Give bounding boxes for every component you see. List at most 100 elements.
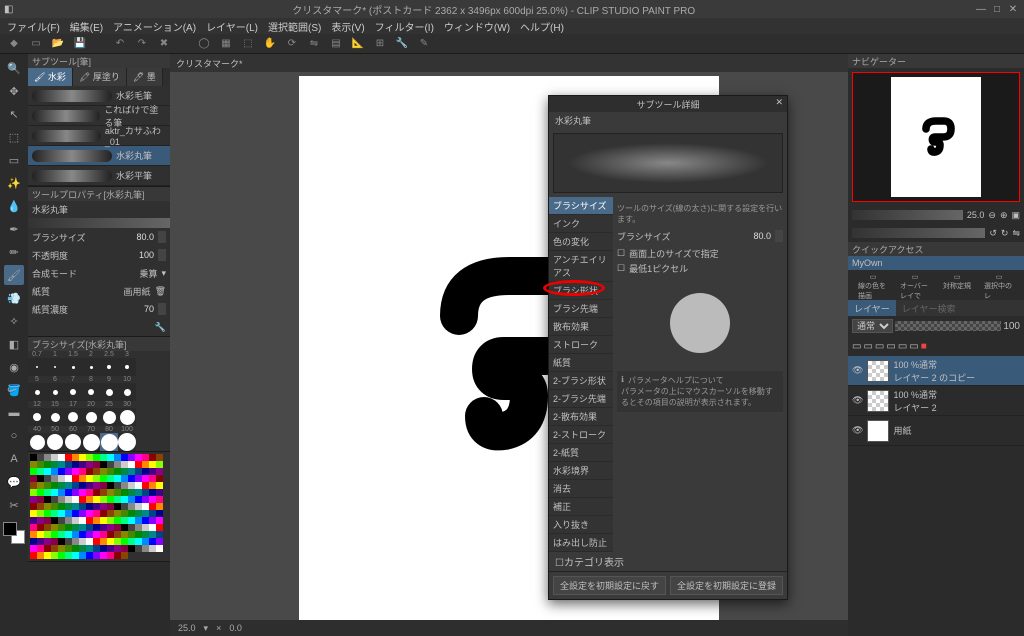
text-tool[interactable]: A — [4, 449, 24, 469]
layer-row[interactable]: 👁用紙 — [848, 416, 1024, 446]
color-swatch[interactable] — [72, 461, 79, 468]
color-swatch[interactable] — [58, 524, 65, 531]
color-swatch[interactable] — [44, 489, 51, 496]
opacity-spinner[interactable] — [158, 249, 166, 261]
brush-row[interactable]: 水彩平筆 — [28, 166, 170, 186]
color-swatch[interactable] — [93, 538, 100, 545]
flip-h-icon[interactable]: ⇋ — [1012, 228, 1020, 239]
color-swatch[interactable] — [37, 503, 44, 510]
color-swatch[interactable] — [58, 517, 65, 524]
color-swatch[interactable] — [135, 482, 142, 489]
color-swatch[interactable] — [72, 496, 79, 503]
color-swatch[interactable] — [30, 510, 37, 517]
color-swatch[interactable] — [37, 552, 44, 559]
color-swatch[interactable] — [142, 475, 149, 482]
color-swatch[interactable] — [149, 496, 156, 503]
marquee-tool[interactable]: ▭ — [4, 150, 24, 170]
popup-titlebar[interactable]: サブツール詳細 ✕ — [549, 96, 787, 112]
layer-opacity[interactable]: 100 — [1003, 321, 1020, 332]
popup-category[interactable]: 2-ブラシ先端 — [549, 390, 613, 408]
color-swatch[interactable] — [44, 545, 51, 552]
color-swatch[interactable] — [100, 531, 107, 538]
size-cell[interactable] — [82, 433, 100, 451]
popup-category[interactable]: 水彩境界 — [549, 462, 613, 480]
color-swatch[interactable] — [149, 489, 156, 496]
popup-category[interactable]: インク — [549, 215, 613, 233]
color-swatch[interactable] — [121, 461, 128, 468]
color-swatch[interactable] — [79, 545, 86, 552]
airbrush-tool[interactable]: 💨 — [4, 288, 24, 308]
color-swatch[interactable] — [30, 552, 37, 559]
color-palette[interactable] — [28, 452, 168, 561]
rotate-left-icon[interactable]: ↺ — [989, 228, 997, 239]
popup-category[interactable]: 紙質 — [549, 354, 613, 372]
color-swatch[interactable] — [100, 482, 107, 489]
color-swatch[interactable] — [37, 475, 44, 482]
hand-icon[interactable]: ✋ — [262, 36, 278, 52]
color-swatch[interactable] — [58, 489, 65, 496]
color-swatch[interactable] — [128, 545, 135, 552]
color-swatch[interactable] — [128, 454, 135, 461]
qa-item[interactable]: ▭対称定規 — [942, 273, 972, 297]
size-cell[interactable] — [64, 358, 82, 376]
popup-category[interactable]: 色の変化 — [549, 233, 613, 251]
color-swatch[interactable] — [58, 482, 65, 489]
color-swatch[interactable] — [79, 510, 86, 517]
color-swatch[interactable] — [156, 475, 163, 482]
popup-category[interactable]: 2-散布効果 — [549, 408, 613, 426]
flip-icon[interactable]: ⇋ — [306, 36, 322, 52]
fill-tool[interactable]: 🪣 — [4, 380, 24, 400]
zoom-tool[interactable]: 🔍 — [4, 58, 24, 78]
open-icon[interactable]: 📂 — [50, 36, 66, 52]
color-swatch[interactable] — [107, 503, 114, 510]
delete-texture-icon[interactable]: 🗑 — [155, 286, 166, 297]
lock-icon[interactable]: ▭ — [852, 341, 861, 352]
texdens-value[interactable]: 70 — [122, 304, 154, 314]
move-tool[interactable]: ✥ — [4, 81, 24, 101]
popup-close-icon[interactable]: ✕ — [775, 97, 783, 108]
color-swatch[interactable] — [156, 503, 163, 510]
color-swatch[interactable] — [79, 538, 86, 545]
snap-icon[interactable]: ⊞ — [372, 36, 388, 52]
color-swatch[interactable] — [72, 503, 79, 510]
select-icon[interactable]: ◯ — [196, 36, 212, 52]
fg-color[interactable] — [3, 522, 17, 536]
color-swatch[interactable] — [142, 538, 149, 545]
size-cell[interactable] — [100, 408, 118, 426]
chk2-box[interactable]: ☐ — [617, 263, 625, 274]
color-swatch[interactable] — [156, 524, 163, 531]
color-swatch[interactable] — [107, 489, 114, 496]
size-cell[interactable] — [64, 383, 82, 401]
color-swatch[interactable] — [135, 545, 142, 552]
color-swatch[interactable] — [51, 538, 58, 545]
color-swatch[interactable] — [107, 454, 114, 461]
popup-category[interactable]: ブラシ先端 — [549, 300, 613, 318]
color-swatch[interactable] — [72, 510, 79, 517]
color-swatch[interactable] — [37, 454, 44, 461]
popup-category[interactable]: 2-ブラシ形状 — [549, 372, 613, 390]
color-swatch[interactable] — [44, 482, 51, 489]
color-swatch[interactable] — [51, 496, 58, 503]
color-swatch[interactable] — [156, 517, 163, 524]
mask-icon[interactable]: ▭ — [898, 341, 907, 352]
size-cell[interactable] — [100, 358, 118, 376]
color-swatch[interactable] — [149, 454, 156, 461]
visibility-icon[interactable]: 👁 — [852, 365, 863, 376]
size-value[interactable]: 80.0 — [122, 232, 154, 242]
color-swatch[interactable] — [93, 545, 100, 552]
size-cell[interactable] — [46, 383, 64, 401]
color-swatch[interactable] — [121, 482, 128, 489]
color-swatch[interactable] — [128, 475, 135, 482]
fit-icon[interactable]: ▣ — [1011, 210, 1020, 221]
subtool-tab[interactable]: 🖊 墨 — [127, 68, 163, 86]
color-swatch[interactable] — [30, 524, 37, 531]
color-swatch[interactable] — [44, 468, 51, 475]
color-swatch[interactable] — [135, 538, 142, 545]
color-swatch[interactable] — [156, 510, 163, 517]
color-tag-icon[interactable]: ■ — [921, 341, 927, 352]
menu-item[interactable]: レイヤー(L) — [203, 18, 261, 34]
color-swatch[interactable] — [121, 496, 128, 503]
color-swatch[interactable] — [51, 531, 58, 538]
popup-category[interactable]: ストローク — [549, 336, 613, 354]
color-swatch[interactable] — [65, 524, 72, 531]
